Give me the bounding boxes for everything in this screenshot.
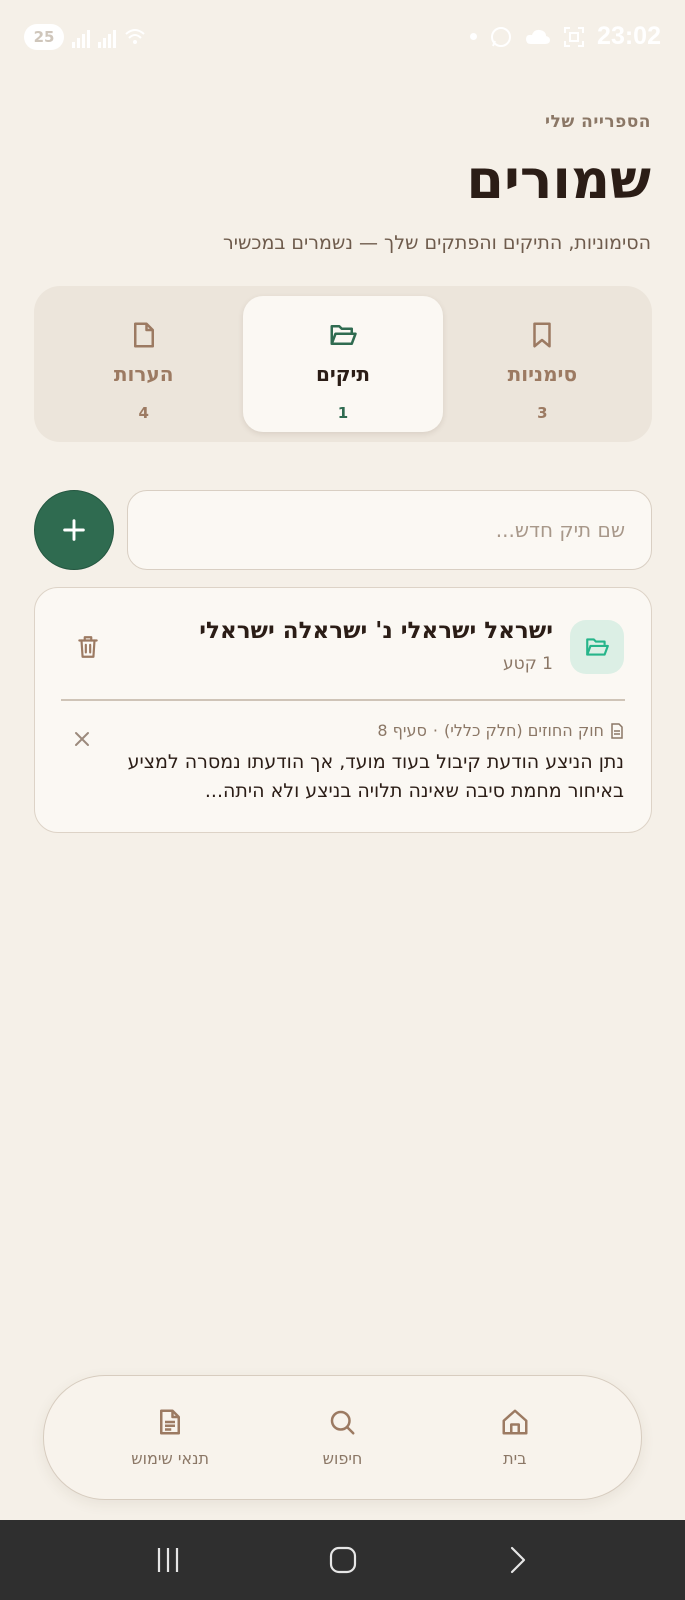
home-button-icon[interactable] xyxy=(328,1545,358,1575)
tab-bookmarks-count: 3 xyxy=(537,404,548,422)
folder-item-count: 1 קטע xyxy=(503,654,553,674)
eyebrow-label: הספרייה שלי xyxy=(545,112,651,132)
item-source-law: חוק החוזים (חלק כללי) xyxy=(443,721,604,740)
nav-search-label: חיפוש xyxy=(322,1449,363,1468)
document-small-icon xyxy=(611,722,623,739)
nav-home[interactable]: בית xyxy=(445,1407,585,1468)
page-subtitle: הסימוניות, התיקים והפתקים שלך — נשמרים ב… xyxy=(222,232,651,254)
trash-icon[interactable] xyxy=(75,634,101,660)
document-icon xyxy=(160,1409,181,1435)
folder-name: ישראל ישראלי נ' ישראלה ישראלי xyxy=(199,618,553,644)
home-icon xyxy=(502,1409,528,1435)
bookmark-icon xyxy=(527,320,557,350)
status-left: 25 xyxy=(24,24,146,50)
folder-open-icon xyxy=(586,638,609,656)
note-icon xyxy=(129,320,159,350)
item-text: נתן הניצע הודעת קיבול בעוד מועד, אך הודע… xyxy=(127,751,624,802)
signal-icon xyxy=(72,26,90,48)
close-icon[interactable] xyxy=(73,730,91,748)
clock: 23:02 xyxy=(597,22,661,50)
page-header: הספרייה שלי שמורים הסימוניות, התיקים והפ… xyxy=(31,112,651,254)
bottom-nav: בית חיפוש תנאי שימוש xyxy=(43,1375,642,1500)
notification-count: 25 xyxy=(33,28,55,46)
nav-home-label: בית xyxy=(503,1449,527,1468)
tab-bookmarks[interactable]: סימניות 3 xyxy=(443,296,642,432)
new-folder-input[interactable] xyxy=(127,490,652,570)
signal-2-icon xyxy=(98,26,116,48)
system-nav-bar xyxy=(0,1520,685,1600)
nav-terms[interactable]: תנאי שימוש xyxy=(100,1407,240,1468)
folder-badge xyxy=(570,620,624,674)
tab-folders-count: 1 xyxy=(337,404,349,422)
item-source-separator: · xyxy=(432,721,438,740)
plus-icon xyxy=(63,519,85,541)
folder-open-icon xyxy=(328,320,358,350)
whatsapp-icon xyxy=(491,26,512,47)
wifi-icon xyxy=(125,29,145,44)
search-icon xyxy=(331,1410,355,1435)
cloud-icon xyxy=(526,29,551,44)
status-bar: 25 23:02 xyxy=(0,0,685,76)
folder-card[interactable]: ישראל ישראלי נ' ישראלה ישראלי 1 קטע חוק … xyxy=(34,587,652,833)
page-title: שמורים xyxy=(466,148,651,211)
dot-icon xyxy=(470,33,478,40)
notification-badge: 25 xyxy=(24,24,64,50)
tab-folders[interactable]: תיקים 1 xyxy=(243,296,443,432)
nav-search[interactable]: חיפוש xyxy=(272,1407,412,1468)
tab-folders-label: תיקים xyxy=(315,362,371,386)
screenshot-icon xyxy=(564,26,585,47)
item-source-section: סעיף 8 xyxy=(377,721,427,740)
saved-tabs: סימניות 3 תיקים 1 הערות 4 xyxy=(34,286,652,442)
tab-notes-label: הערות xyxy=(113,362,174,386)
nav-terms-label: תנאי שימוש xyxy=(131,1449,210,1468)
item-source: חוק החוזים (חלק כללי) · סעיף 8 xyxy=(377,721,624,740)
back-icon[interactable] xyxy=(503,1545,533,1575)
add-folder-button[interactable] xyxy=(34,490,114,570)
card-divider xyxy=(61,699,625,701)
status-right: 23:02 xyxy=(470,22,661,51)
recent-apps-icon[interactable] xyxy=(153,1545,183,1575)
tab-notes-count: 4 xyxy=(138,404,149,422)
tab-bookmarks-label: סימניות xyxy=(507,362,578,386)
tab-notes[interactable]: הערות 4 xyxy=(44,296,243,432)
